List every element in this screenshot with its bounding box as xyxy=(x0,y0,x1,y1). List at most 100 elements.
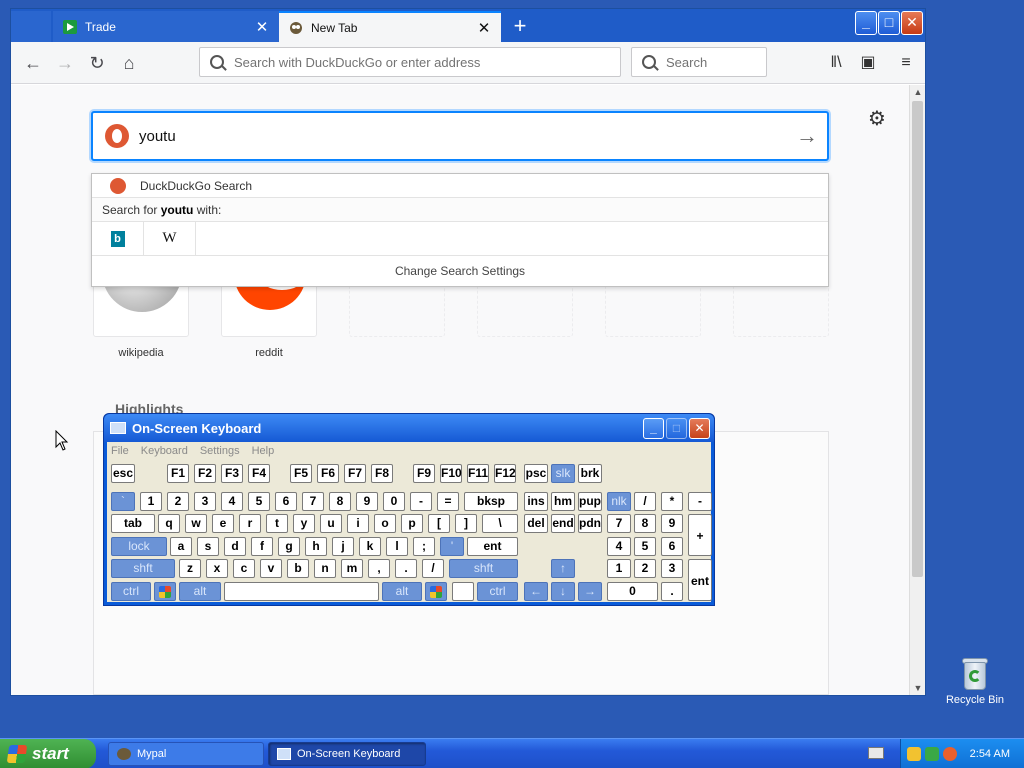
menu-settings[interactable]: Settings xyxy=(200,445,240,457)
osk-key[interactable]: pdn xyxy=(578,514,602,533)
start-button[interactable]: start xyxy=(0,739,96,768)
maximize-button[interactable]: □ xyxy=(878,11,900,35)
reload-icon[interactable]: ↻ xyxy=(83,50,111,76)
address-bar[interactable]: Search with DuckDuckGo or enter address xyxy=(199,47,621,77)
osk-key[interactable]: b xyxy=(287,559,309,578)
osk-key[interactable]: F5 xyxy=(290,464,312,483)
osk-key[interactable]: w xyxy=(185,514,207,533)
osk-key[interactable]: F10 xyxy=(440,464,462,483)
vertical-scrollbar[interactable]: ▲ ▼ xyxy=(909,85,925,695)
sidebar-icon[interactable]: ▣ xyxy=(855,50,881,76)
osk-key[interactable]: l xyxy=(386,537,408,556)
library-icon[interactable]: ‖\ xyxy=(823,50,849,76)
osk-key[interactable]: del xyxy=(524,514,548,533)
close-window-button[interactable]: ✕ xyxy=(901,11,923,35)
osk-key[interactable]: 9 xyxy=(356,492,378,511)
osk-key[interactable]: d xyxy=(224,537,246,556)
tab-trade[interactable]: Trade ✕ xyxy=(53,11,279,42)
new-tab-plus-icon[interactable]: + xyxy=(507,13,533,39)
osk-key[interactable]: ent xyxy=(688,559,712,601)
osk-key[interactable]: h xyxy=(305,537,327,556)
search-bar[interactable]: Search xyxy=(631,47,767,77)
osk-minimize-button[interactable]: _ xyxy=(643,417,664,439)
osk-key[interactable]: r xyxy=(239,514,261,533)
go-arrow-icon[interactable]: → xyxy=(787,123,827,149)
shield-icon[interactable] xyxy=(907,747,921,761)
osk-key[interactable]: 4 xyxy=(607,537,631,556)
osk-close-button[interactable]: ✕ xyxy=(689,417,710,439)
osk-key[interactable]: f xyxy=(251,537,273,556)
osk-key[interactable]: ← xyxy=(524,582,548,601)
newtab-search-input[interactable]: youtu → xyxy=(91,111,829,161)
osk-key[interactable]: bksp xyxy=(464,492,518,511)
osk-key[interactable]: g xyxy=(278,537,300,556)
osk-titlebar[interactable]: On-Screen Keyboard _ □ ✕ xyxy=(104,414,714,442)
back-arrow-icon[interactable]: ← xyxy=(19,50,47,76)
menu-help[interactable]: Help xyxy=(252,445,275,457)
osk-key[interactable]: alt xyxy=(382,582,422,601)
osk-key[interactable]: e xyxy=(212,514,234,533)
osk-key[interactable]: 5 xyxy=(248,492,270,511)
recycle-bin-icon[interactable]: Recycle Bin xyxy=(944,656,1006,706)
osk-key[interactable]: ctrl xyxy=(111,582,151,601)
osk-key[interactable]: 2 xyxy=(634,559,656,578)
osk-key[interactable]: 7 xyxy=(302,492,324,511)
osk-key[interactable]: ↑ xyxy=(551,559,575,578)
osk-key[interactable]: F7 xyxy=(344,464,366,483)
osk-key[interactable]: 1 xyxy=(607,559,631,578)
osk-key[interactable]: brk xyxy=(578,464,602,483)
gear-icon[interactable]: ⚙ xyxy=(867,109,887,129)
osk-key[interactable]: psc xyxy=(524,464,548,483)
osk-key[interactable]: 5 xyxy=(634,537,656,556)
scroll-up-icon[interactable]: ▲ xyxy=(910,85,926,99)
osk-key[interactable]: o xyxy=(374,514,396,533)
osk-key[interactable]: ` xyxy=(111,492,135,511)
osk-key-windows[interactable] xyxy=(425,582,447,601)
scroll-down-icon[interactable]: ▼ xyxy=(910,681,926,695)
home-icon[interactable]: ⌂ xyxy=(115,50,143,76)
menu-hamburger-icon[interactable]: ≡ xyxy=(893,50,919,76)
osk-key[interactable]: esc xyxy=(111,464,135,483)
change-search-settings-button[interactable]: Change Search Settings xyxy=(92,256,828,286)
osk-key[interactable]: ctrl xyxy=(477,582,518,601)
osk-key[interactable]: 0 xyxy=(383,492,405,511)
osk-key[interactable]: F4 xyxy=(248,464,270,483)
osk-key[interactable]: m xyxy=(341,559,363,578)
osk-key[interactable]: = xyxy=(437,492,459,511)
osk-key[interactable]: 1 xyxy=(140,492,162,511)
osk-key[interactable]: 4 xyxy=(221,492,243,511)
menu-keyboard[interactable]: Keyboard xyxy=(141,445,188,457)
osk-key[interactable]: \ xyxy=(482,514,518,533)
osk-key[interactable]: 6 xyxy=(661,537,683,556)
osk-key[interactable]: z xyxy=(179,559,201,578)
osk-key[interactable]: 6 xyxy=(275,492,297,511)
osk-key[interactable]: hm xyxy=(551,492,575,511)
osk-key[interactable]: ; xyxy=(413,537,435,556)
osk-key[interactable]: k xyxy=(359,537,381,556)
task-on-screen-keyboard[interactable]: On-Screen Keyboard xyxy=(268,742,426,766)
osk-key-menu[interactable] xyxy=(452,582,474,601)
osk-key[interactable]: c xyxy=(233,559,255,578)
osk-key[interactable]: v xyxy=(260,559,282,578)
osk-key[interactable]: * xyxy=(661,492,683,511)
osk-key[interactable]: lock xyxy=(111,537,167,556)
osk-key[interactable]: F1 xyxy=(167,464,189,483)
osk-key[interactable]: , xyxy=(368,559,390,578)
task-mypal[interactable]: Mypal xyxy=(108,742,264,766)
search-tray-icon[interactable] xyxy=(943,747,957,761)
osk-key[interactable]: 8 xyxy=(329,492,351,511)
osk-key[interactable]: . xyxy=(661,582,683,601)
osk-key[interactable]: F6 xyxy=(317,464,339,483)
forward-arrow-icon[interactable]: → xyxy=(51,50,79,76)
osk-key[interactable]: tab xyxy=(111,514,155,533)
menu-file[interactable]: File xyxy=(111,445,129,457)
osk-key[interactable]: F3 xyxy=(221,464,243,483)
osk-key[interactable]: a xyxy=(170,537,192,556)
bing-engine-button[interactable]: b xyxy=(92,221,144,256)
osk-key[interactable]: 2 xyxy=(167,492,189,511)
osk-key[interactable]: F2 xyxy=(194,464,216,483)
osk-key-space[interactable] xyxy=(224,582,379,601)
tab-new-tab[interactable]: New Tab ✕ xyxy=(279,11,501,42)
tab-overflow[interactable] xyxy=(11,11,51,42)
osk-key[interactable]: + xyxy=(688,514,712,556)
